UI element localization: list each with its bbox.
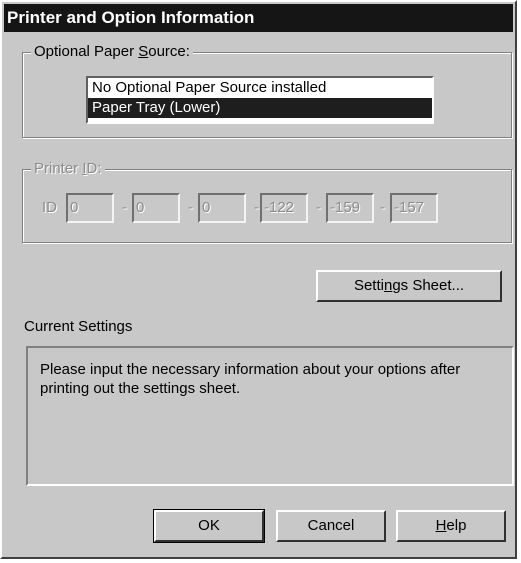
printer-id-field-5: -159 <box>326 193 374 223</box>
id-separator: - <box>316 199 321 216</box>
optional-paper-source-label: Optional Paper Source: <box>31 43 193 61</box>
paper-source-listbox[interactable]: No Optional Paper Source installed Paper… <box>86 76 434 124</box>
id-separator: - <box>380 199 385 216</box>
dialog-title: Printer and Option Information <box>7 8 255 27</box>
printer-id-field-2: 0 <box>132 193 180 223</box>
settings-sheet-button[interactable]: Settings Sheet... <box>316 270 502 302</box>
printer-id-field-1: 0 <box>66 193 114 223</box>
id-separator: - <box>188 199 193 216</box>
id-separator: - <box>122 199 127 216</box>
current-settings-message: Please input the necessary information a… <box>40 361 461 397</box>
id-prefix-label: ID <box>42 199 57 216</box>
id-separator: - <box>254 199 259 216</box>
printer-id-field-6: -157 <box>390 193 438 223</box>
current-settings-box: Please input the necessary information a… <box>26 346 514 486</box>
printer-id-field-3: 0 <box>198 193 246 223</box>
printer-option-dialog: Printer and Option Information Optional … <box>0 0 517 559</box>
paper-source-item-lower-tray[interactable]: Paper Tray (Lower) <box>88 98 432 118</box>
title-bar: Printer and Option Information <box>4 4 513 32</box>
paper-source-item-none[interactable]: No Optional Paper Source installed <box>88 78 432 98</box>
printer-id-label: Printer ID: <box>31 160 105 178</box>
cancel-button[interactable]: Cancel <box>276 510 386 542</box>
ok-button[interactable]: OK <box>153 509 265 543</box>
current-settings-label: Current Settings <box>24 318 133 335</box>
help-button[interactable]: Help <box>396 510 506 542</box>
printer-id-field-4: -122 <box>260 193 308 223</box>
